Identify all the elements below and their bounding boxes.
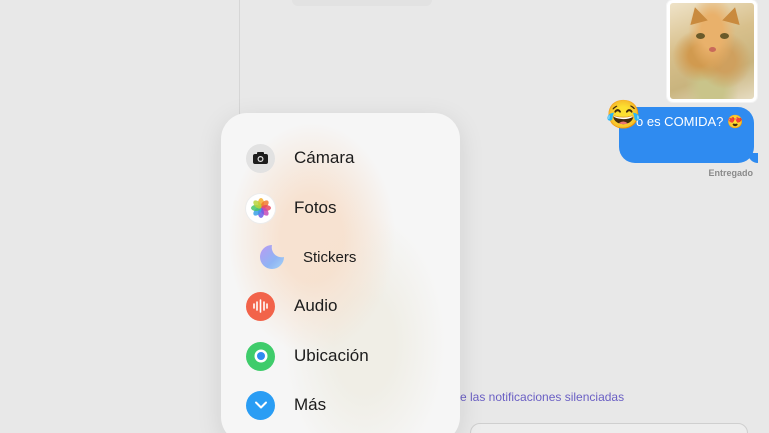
cat-sticker-image[interactable]: [667, 0, 757, 102]
camera-icon: [246, 143, 275, 173]
cat-eye-left: [696, 33, 705, 39]
stickers-icon: [257, 243, 286, 272]
menu-item-more[interactable]: Más: [221, 385, 460, 425]
location-icon: [246, 341, 275, 371]
menu-item-label: Cámara: [294, 148, 355, 167]
menu-item-audio[interactable]: Audio: [221, 286, 460, 326]
cat-ear-left: [686, 4, 708, 26]
delivery-status: Entregado: [708, 168, 753, 178]
cat-nose: [709, 47, 716, 52]
menu-item-label: Stickers: [303, 248, 357, 266]
laughing-emoji-reaction: 😂: [606, 99, 641, 130]
menu-item-photos[interactable]: Fotos: [221, 188, 460, 228]
muted-notifications-notice[interactable]: e las notificaciones silenciadas: [460, 390, 624, 404]
cat-eye-right: [720, 33, 729, 39]
audio-waveform-icon: [246, 291, 275, 321]
photos-icon: [246, 193, 275, 223]
menu-item-location[interactable]: Ubicación: [221, 336, 460, 376]
menu-item-label: Fotos: [294, 198, 337, 217]
attachment-menu: Cámara Fotos Stickers Audio Ubicación Má…: [221, 113, 460, 433]
menu-item-label: Ubicación: [294, 346, 369, 365]
cat-ear-right: [722, 4, 744, 26]
menu-item-stickers[interactable]: Stickers: [221, 237, 460, 277]
previous-message-edge: [292, 0, 432, 6]
menu-item-camera[interactable]: Cámara: [221, 138, 460, 178]
menu-item-label: Más: [294, 395, 327, 414]
chevron-down-icon: [246, 390, 275, 420]
message-composer[interactable]: [470, 423, 748, 433]
message-text: o es COMIDA? 😍: [636, 114, 744, 129]
menu-item-label: Audio: [294, 296, 338, 315]
